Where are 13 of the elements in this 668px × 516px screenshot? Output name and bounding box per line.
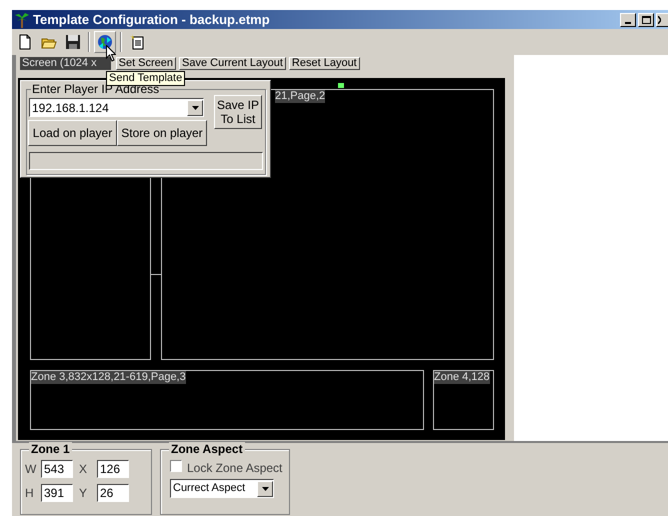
- field-label: W: [25, 461, 37, 478]
- zone-label: Zone 4,128: [434, 371, 490, 384]
- group-title: Zone Aspect: [169, 442, 245, 456]
- zone-label: Zone 3,832x128,21-619,Page,3: [31, 371, 186, 384]
- zone-label: 21,Page,2: [275, 90, 326, 103]
- field-label: Y: [79, 485, 88, 502]
- tooltip: Send Template: [106, 71, 186, 86]
- field-label: H: [25, 485, 35, 502]
- field-label: X: [79, 461, 88, 478]
- checkbox-label: Lock Zone Aspect: [187, 460, 282, 477]
- window-title: Template Configuration - backup.etmp: [33, 10, 270, 29]
- group-title: Zone 1: [29, 442, 72, 456]
- screen-size-label: Screen (1024 x: [20, 57, 111, 70]
